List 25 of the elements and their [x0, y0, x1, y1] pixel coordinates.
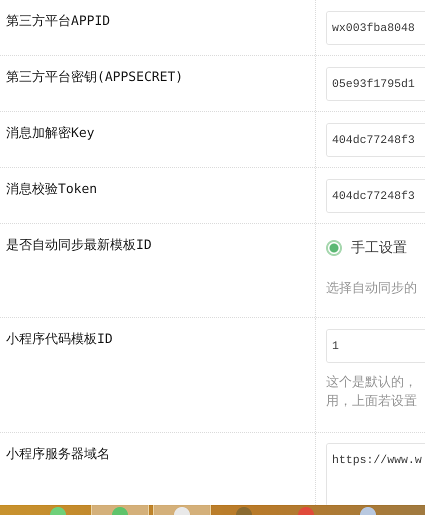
text-field[interactable]: wx003fba8048: [326, 11, 425, 45]
app-icon: [234, 505, 254, 515]
text-field[interactable]: 1: [326, 329, 425, 363]
field-label: 第三方平台APPID: [6, 14, 110, 29]
app-icon: [110, 505, 130, 515]
field-label: 小程序代码模板ID: [6, 332, 113, 347]
app-icon: [296, 505, 316, 515]
app-icon: [48, 505, 68, 515]
help-text: 用，上面若设置: [326, 393, 418, 411]
radio-button[interactable]: [326, 240, 342, 256]
radio-option[interactable]: 手工设置: [326, 239, 407, 257]
taskbar-button[interactable]: [154, 505, 210, 515]
app-icon: [172, 505, 192, 515]
text-field[interactable]: 05e93f1795d1: [326, 67, 425, 101]
taskbar-button[interactable]: [92, 505, 148, 515]
field-label: 小程序服务器域名: [6, 447, 110, 462]
field-label: 消息加解密Key: [6, 126, 94, 141]
help-text: 选择自动同步的: [326, 280, 418, 298]
text-field[interactable]: 404dc77248f3: [326, 123, 425, 157]
field-label: 是否自动同步最新模板ID: [6, 238, 152, 253]
app-icon: [358, 505, 378, 515]
help-text: 这个是默认的，: [326, 374, 418, 392]
text-field[interactable]: 404dc77248f3: [326, 179, 425, 213]
field-label: 消息校验Token: [6, 182, 98, 197]
field-label: 第三方平台密钥(APPSECRET): [6, 70, 184, 85]
